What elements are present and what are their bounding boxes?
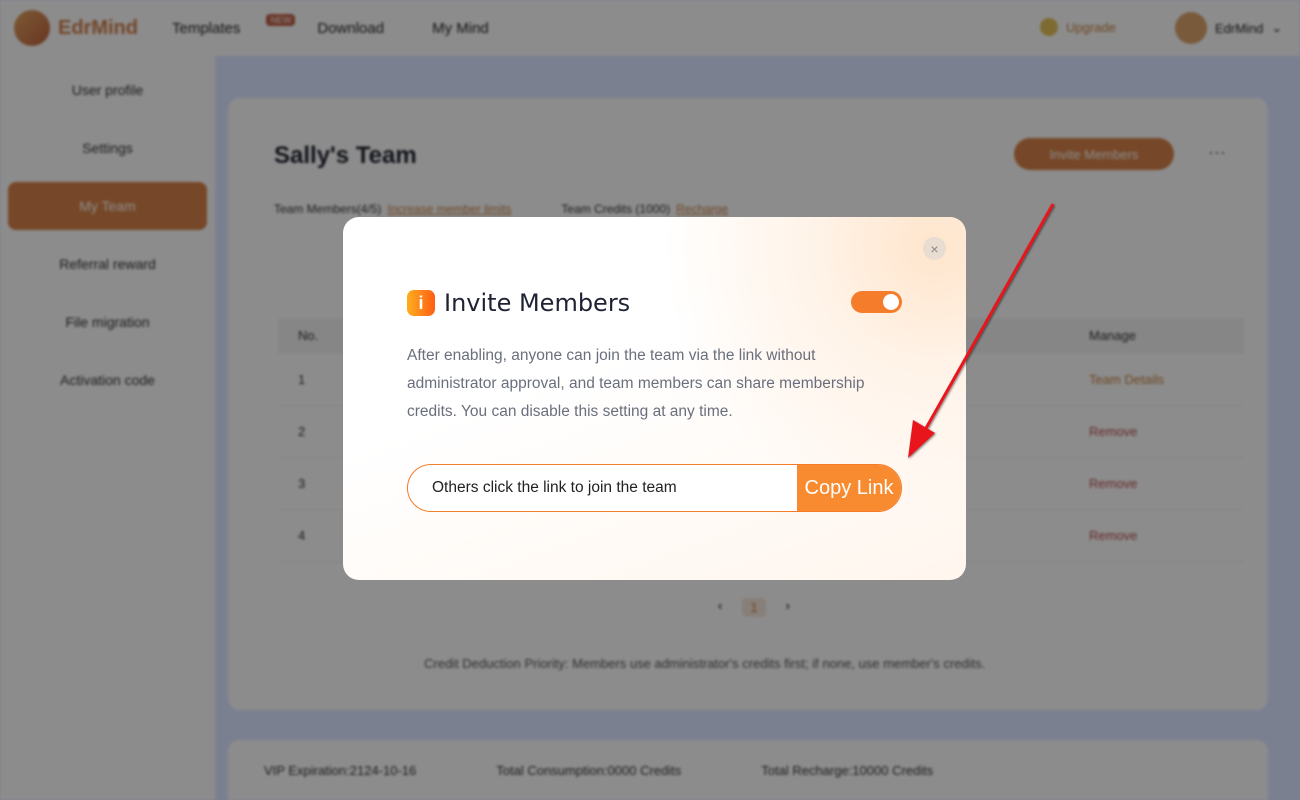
total-recharge: Total Recharge:10000 Credits bbox=[761, 762, 934, 778]
nav-label: Templates bbox=[172, 19, 241, 37]
sidebar-item-my-team[interactable]: My Team bbox=[8, 182, 207, 230]
logo-icon bbox=[14, 10, 50, 46]
page-title: Sally's Team bbox=[274, 142, 417, 169]
remove-link[interactable]: Remove bbox=[1089, 476, 1244, 491]
remove-link[interactable]: Remove bbox=[1089, 528, 1244, 543]
logo[interactable]: EdrMind bbox=[14, 10, 138, 46]
coin-icon bbox=[1040, 18, 1058, 36]
upgrade-button[interactable]: Upgrade bbox=[1040, 18, 1116, 36]
recharge-link[interactable]: Recharge bbox=[676, 202, 728, 216]
prev-page-icon[interactable]: ‹ bbox=[718, 598, 722, 617]
next-page-icon[interactable]: › bbox=[786, 598, 790, 617]
vip-expiration: VIP Expiration:2124-10-16 bbox=[264, 762, 417, 778]
nav-templates[interactable]: Templates NEW bbox=[172, 13, 296, 37]
team-details-link[interactable]: Team Details bbox=[1089, 372, 1244, 387]
close-icon[interactable]: × bbox=[923, 237, 946, 260]
user-name: EdrMind bbox=[1215, 20, 1264, 36]
team-members-info: Team Members(4/5) Increase member limits bbox=[274, 202, 511, 216]
sidebar-item-referral-reward[interactable]: Referral reward bbox=[8, 240, 207, 288]
upgrade-label: Upgrade bbox=[1066, 19, 1116, 35]
total-consumption: Total Consumption:0000 Credits bbox=[496, 762, 682, 778]
top-bar: EdrMind Templates NEW Download My Mind Up… bbox=[0, 0, 1300, 56]
chevron-down-icon: ⌄ bbox=[1271, 20, 1283, 35]
invite-link-field: Others click the link to join the team C… bbox=[407, 464, 902, 512]
sidebar-item-user-profile[interactable]: User profile bbox=[8, 66, 207, 114]
credit-priority-note: Credit Deduction Priority: Members use a… bbox=[424, 656, 986, 671]
pagination: ‹ 1 › bbox=[718, 598, 790, 617]
dialog-title: Invite Members bbox=[444, 289, 631, 317]
invite-link-text[interactable]: Others click the link to join the team bbox=[408, 465, 797, 511]
copy-link-button[interactable]: Copy Link bbox=[797, 465, 901, 511]
increase-limit-link[interactable]: Increase member limits bbox=[387, 202, 511, 216]
credits-label: Team Credits (1000) bbox=[561, 202, 671, 216]
header-manage: Manage bbox=[1089, 328, 1136, 343]
avatar bbox=[1175, 12, 1207, 44]
more-icon[interactable]: ··· bbox=[1208, 142, 1226, 163]
sidebar-item-file-migration[interactable]: File migration bbox=[8, 298, 207, 346]
team-credits-info: Team Credits (1000) Recharge bbox=[561, 202, 728, 216]
nav-my-mind[interactable]: My Mind bbox=[432, 20, 489, 37]
info-icon: i bbox=[407, 290, 435, 316]
dialog-description: After enabling, anyone can join the team… bbox=[407, 347, 865, 420]
sidebar-item-settings[interactable]: Settings bbox=[8, 124, 207, 172]
brand-name: EdrMind bbox=[58, 16, 138, 39]
invite-members-button[interactable]: Invite Members bbox=[1014, 138, 1174, 170]
invite-members-dialog: × i Invite Members After enabling, anyon… bbox=[343, 217, 966, 580]
account-summary: VIP Expiration:2124-10-16 Total Consumpt… bbox=[228, 740, 1268, 800]
sidebar-item-activation-code[interactable]: Activation code bbox=[8, 356, 207, 404]
sidebar: User profile Settings My Team Referral r… bbox=[0, 56, 215, 800]
members-label: Team Members(4/5) bbox=[274, 202, 382, 216]
user-menu[interactable]: EdrMind ⌄ bbox=[1175, 12, 1282, 44]
page-current[interactable]: 1 bbox=[742, 598, 766, 617]
nav-download[interactable]: Download bbox=[317, 20, 384, 37]
new-badge: NEW bbox=[266, 13, 296, 26]
remove-link[interactable]: Remove bbox=[1089, 424, 1244, 439]
invite-link-toggle[interactable] bbox=[851, 291, 902, 313]
